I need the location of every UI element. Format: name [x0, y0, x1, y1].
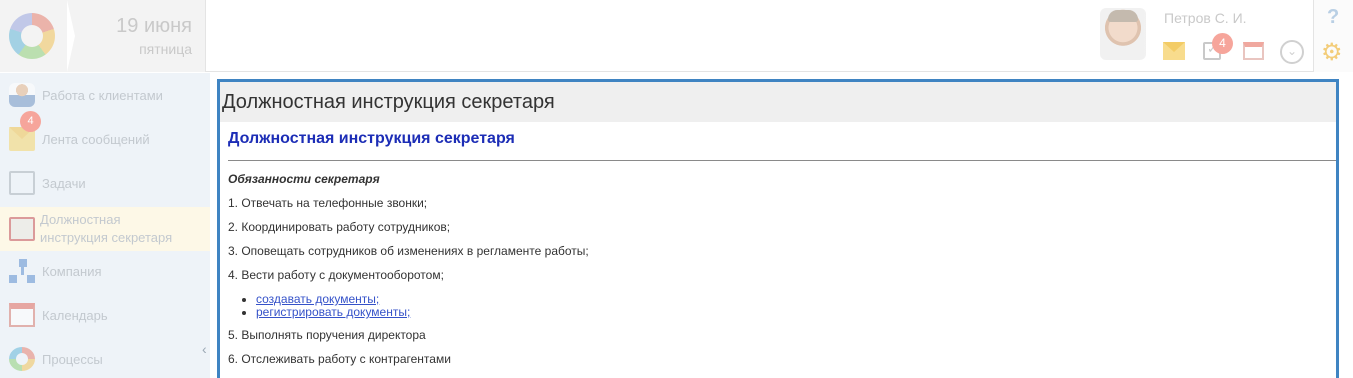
list-item: 3. Оповещать сотрудников об изменениях в… [228, 244, 589, 258]
date-weekday: пятница [139, 41, 192, 57]
sidebar-item-label: Процессы [42, 352, 103, 367]
list-item: 1. Отвечать на телефонные звонки; [228, 196, 428, 210]
content-panel: Должностная инструкция секретаря Должнос… [217, 79, 1339, 378]
register-documents-link[interactable]: регистрировать документы; [256, 305, 410, 319]
list-item: 5. Выполнять поручения директора [228, 328, 426, 342]
sidebar-divider [210, 73, 214, 378]
sidebar-item-label: Компания [42, 264, 102, 279]
date-day: 19 июня [116, 15, 192, 37]
sidebar-item-processes[interactable]: Процессы [0, 337, 214, 378]
divider [228, 160, 1336, 161]
date-widget: 19 июня пятница [67, 0, 206, 72]
sidebar-item-calendar[interactable]: Календарь [0, 293, 214, 337]
sidebar-item-job-description[interactable]: Должностная инструкция секретаря [0, 207, 214, 251]
list-item: создавать документы; [256, 292, 1336, 306]
list-item: 2. Координировать работу сотрудников; [228, 220, 451, 234]
document-icon [9, 217, 35, 241]
calendar-icon[interactable] [1243, 42, 1264, 60]
list-item: регистрировать документы; [256, 305, 1336, 319]
document-links-list: создавать документы; регистрировать доку… [256, 292, 1336, 319]
company-icon [9, 259, 35, 283]
tasks-count-badge: 4 [20, 111, 41, 132]
gear-icon[interactable]: ⚙ [1321, 38, 1343, 67]
calendar-icon [9, 303, 35, 327]
sidebar-item-label: Работа с клиентами [42, 88, 163, 103]
mail-icon[interactable] [1163, 42, 1185, 60]
help-icon[interactable]: ? [1327, 6, 1339, 29]
list-item: 6. Отслеживать работу с контрагентами [228, 352, 451, 366]
processes-icon [9, 347, 35, 371]
list-item: 4. Вести работу с документооборотом; [228, 268, 444, 282]
panel-header: Должностная инструкция секретаря [220, 82, 1336, 122]
document-subtitle: Обязанности секретаря [228, 172, 380, 186]
collapse-sidebar-icon[interactable]: ‹ [202, 341, 207, 357]
document-title: Должностная инструкция секретаря [228, 130, 515, 147]
page-title: Должностная инструкция секретаря [222, 91, 555, 113]
sidebar-item-label: Календарь [42, 308, 108, 323]
avatar[interactable] [1100, 8, 1146, 60]
sidebar-item-label: Задачи [42, 176, 86, 191]
user-name[interactable]: Петров С. И. [1164, 10, 1247, 26]
document-body: Должностная инструкция секретаря Обязанн… [228, 130, 1336, 366]
logo-icon[interactable] [9, 13, 55, 59]
create-documents-link[interactable]: создавать документы; [256, 292, 379, 306]
tasks-count-badge: 4 [1212, 33, 1233, 54]
sidebar-item-label: Лента сообщений [42, 132, 150, 147]
top-header: 19 июня пятница Петров С. И. 4 ⌄ ? ⚙ [0, 0, 1353, 72]
sidebar-item-tasks[interactable]: Задачи [0, 161, 214, 205]
tasks-icon [9, 171, 35, 195]
sidebar-item-company[interactable]: Компания [0, 249, 214, 293]
chevron-down-icon[interactable]: ⌄ [1280, 40, 1304, 64]
clients-icon [9, 83, 35, 107]
sidebar-item-label: Должностная инструкция секретаря [40, 212, 173, 245]
logo-area[interactable] [0, 0, 68, 72]
